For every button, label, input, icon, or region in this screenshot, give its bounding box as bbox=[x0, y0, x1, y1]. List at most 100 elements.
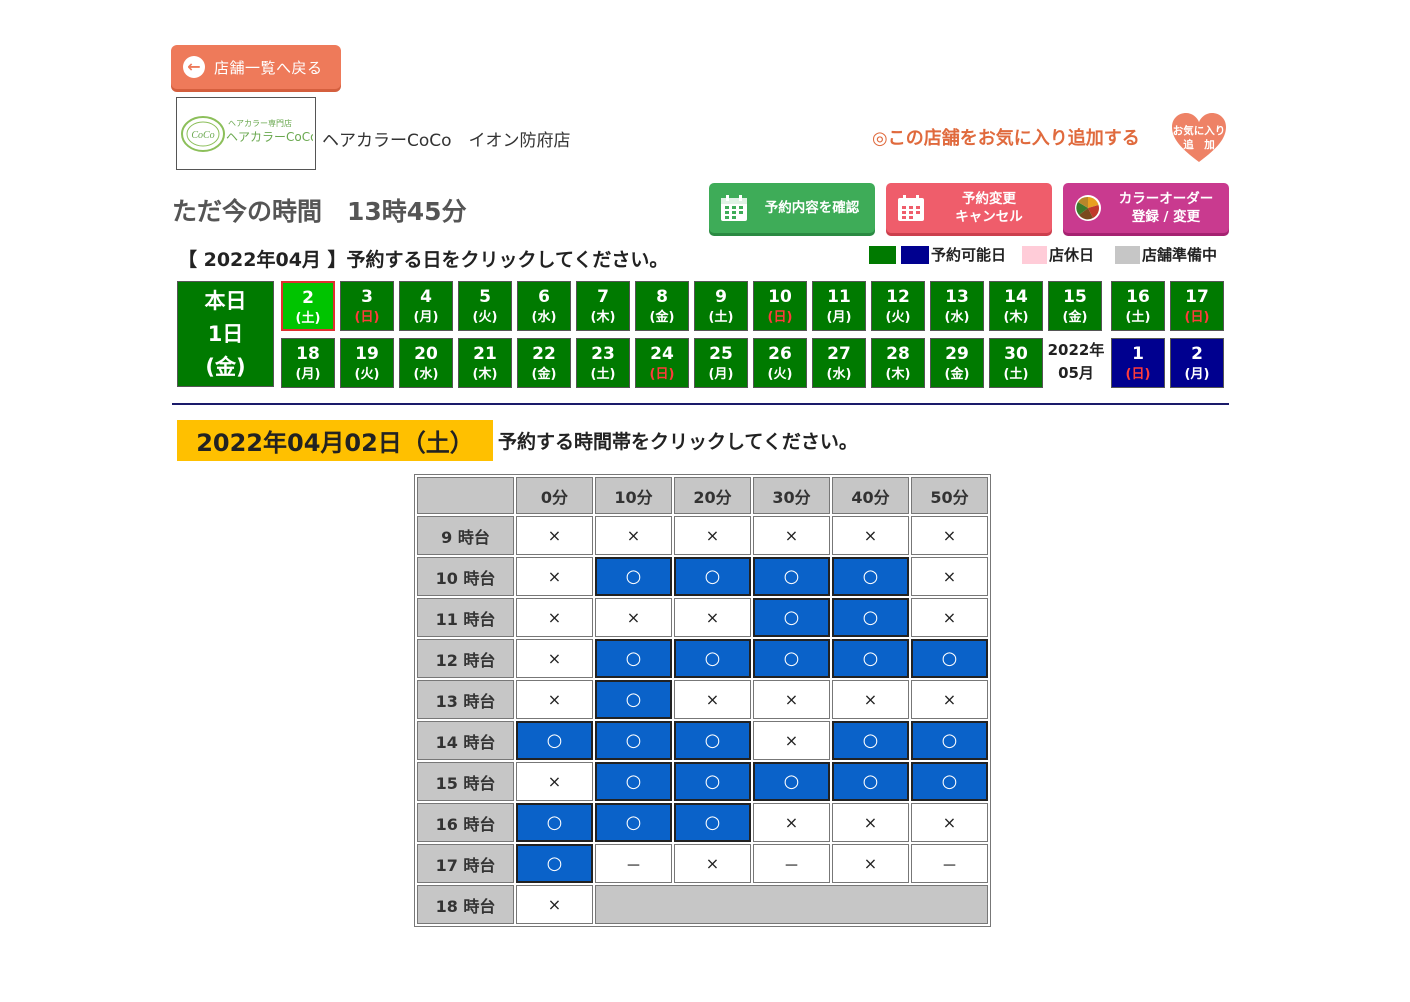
day-weekday: (金) bbox=[649, 310, 675, 325]
add-favorite-heart-button[interactable]: お気に入り 追 加 bbox=[1170, 112, 1228, 164]
hour-row: 11 時台 × × × ○ ○ × bbox=[417, 598, 988, 637]
available-slot[interactable]: ○ bbox=[832, 639, 909, 678]
calendar-day-10[interactable]: 10 (日) bbox=[753, 281, 807, 331]
back-to-store-list-button[interactable]: ← 店舗一覧へ戻る bbox=[171, 45, 341, 89]
available-slot[interactable]: ○ bbox=[753, 598, 830, 637]
unavailable-slot: － bbox=[911, 844, 988, 883]
day-number: 17 bbox=[1185, 287, 1209, 307]
calendar-day-6[interactable]: 6 (水) bbox=[517, 281, 571, 331]
svg-text:お気に入り: お気に入り bbox=[1173, 124, 1226, 137]
hour-row: 15 時台 × ○ ○ ○ ○ ○ bbox=[417, 762, 988, 801]
today-weekday: (金) bbox=[205, 354, 246, 379]
calendar-day-14[interactable]: 14 (木) bbox=[989, 281, 1043, 331]
add-favorite-link[interactable]: ◎この店舗をお気に入り追加する bbox=[872, 124, 1140, 150]
available-slot[interactable]: ○ bbox=[595, 680, 672, 719]
day-weekday: (土) bbox=[295, 311, 321, 326]
available-slot[interactable]: ○ bbox=[753, 762, 830, 801]
day-number: 27 bbox=[827, 344, 851, 364]
shop-name: ヘアカラーCoCo イオン防府店 bbox=[322, 131, 571, 151]
calendar-day-13[interactable]: 13 (水) bbox=[930, 281, 984, 331]
calendar-day-17[interactable]: 17 (日) bbox=[1170, 281, 1224, 331]
calendar-day-22[interactable]: 22 (金) bbox=[517, 338, 571, 388]
day-weekday: (金) bbox=[1062, 310, 1088, 325]
legend-closed-label: 店休日 bbox=[1049, 246, 1095, 264]
calendar-day-2[interactable]: 2 (土) bbox=[281, 281, 335, 331]
available-slot[interactable]: ○ bbox=[674, 639, 751, 678]
calendar-day-8[interactable]: 8 (金) bbox=[635, 281, 689, 331]
calendar-next-month-day-1[interactable]: 1 (日) bbox=[1111, 338, 1165, 388]
calendar-day-29[interactable]: 29 (金) bbox=[930, 338, 984, 388]
calendar-day-7[interactable]: 7 (木) bbox=[576, 281, 630, 331]
day-number: 19 bbox=[355, 344, 379, 364]
color-order-button[interactable]: カラーオーダー 登録 / 変更 bbox=[1063, 183, 1229, 233]
day-number: 13 bbox=[945, 287, 969, 307]
available-slot[interactable]: ○ bbox=[595, 803, 672, 842]
available-slot[interactable]: ○ bbox=[595, 762, 672, 801]
calendar-day-4[interactable]: 4 (月) bbox=[399, 281, 453, 331]
svg-text:ヘアカラー専門店: ヘアカラー専門店 bbox=[228, 118, 292, 128]
calendar-day-23[interactable]: 23 (土) bbox=[576, 338, 630, 388]
available-slot[interactable]: ○ bbox=[595, 639, 672, 678]
day-number: 8 bbox=[656, 287, 668, 307]
available-slot[interactable]: ○ bbox=[516, 803, 593, 842]
confirm-reservation-button[interactable]: 予約内容を確認 bbox=[709, 183, 875, 233]
today-cell: 本日 1日 (金) bbox=[177, 281, 274, 387]
available-slot[interactable]: ○ bbox=[516, 844, 593, 883]
calendar-day-18[interactable]: 18 (月) bbox=[281, 338, 335, 388]
hour-label: 16 時台 bbox=[417, 803, 514, 842]
table-corner bbox=[417, 477, 514, 514]
calendar-day-11[interactable]: 11 (月) bbox=[812, 281, 866, 331]
available-slot[interactable]: ○ bbox=[832, 598, 909, 637]
calendar-day-30[interactable]: 30 (土) bbox=[989, 338, 1043, 388]
unavailable-slot: × bbox=[516, 598, 593, 637]
calendar-next-month-day-2[interactable]: 2 (月) bbox=[1170, 338, 1224, 388]
day-number: 26 bbox=[768, 344, 792, 364]
available-slot[interactable]: ○ bbox=[832, 762, 909, 801]
calendar-day-21[interactable]: 21 (木) bbox=[458, 338, 512, 388]
day-number: 7 bbox=[597, 287, 609, 307]
available-slot[interactable]: ○ bbox=[595, 557, 672, 596]
unavailable-slot: × bbox=[832, 680, 909, 719]
available-slot[interactable]: ○ bbox=[674, 762, 751, 801]
month-instruction: 【 2022年04月 】予約する日をクリックしてください。 bbox=[178, 249, 669, 271]
available-slot[interactable]: ○ bbox=[753, 557, 830, 596]
available-slot[interactable]: ○ bbox=[595, 721, 672, 760]
available-slot[interactable]: ○ bbox=[911, 721, 988, 760]
calendar-day-27[interactable]: 27 (水) bbox=[812, 338, 866, 388]
unavailable-slot: × bbox=[516, 680, 593, 719]
available-slot[interactable]: ○ bbox=[674, 557, 751, 596]
calendar-day-16[interactable]: 16 (土) bbox=[1111, 281, 1165, 331]
available-slot[interactable]: ○ bbox=[516, 721, 593, 760]
change-cancel-button[interactable]: 予約変更 キャンセル bbox=[886, 183, 1052, 233]
day-weekday: (月) bbox=[826, 310, 852, 325]
calendar-day-20[interactable]: 20 (水) bbox=[399, 338, 453, 388]
calendar-day-15[interactable]: 15 (金) bbox=[1048, 281, 1102, 331]
available-slot[interactable]: ○ bbox=[753, 639, 830, 678]
calendar-day-9[interactable]: 9 (土) bbox=[694, 281, 748, 331]
minute-header: 20分 bbox=[674, 477, 751, 514]
day-number: 16 bbox=[1126, 287, 1150, 307]
calendar-day-5[interactable]: 5 (火) bbox=[458, 281, 512, 331]
calendar-day-19[interactable]: 19 (火) bbox=[340, 338, 394, 388]
available-slot[interactable]: ○ bbox=[674, 803, 751, 842]
calendar-day-24[interactable]: 24 (日) bbox=[635, 338, 689, 388]
unavailable-slot: × bbox=[674, 516, 751, 555]
store-logo: CoCo ヘアカラー専門店 ヘアカラーCoCo bbox=[176, 97, 316, 170]
calendar-day-12[interactable]: 12 (火) bbox=[871, 281, 925, 331]
available-slot[interactable]: ○ bbox=[674, 721, 751, 760]
unavailable-slot: × bbox=[595, 516, 672, 555]
section-divider bbox=[172, 403, 1229, 405]
selected-date-banner: 2022年04月02日（土） bbox=[177, 420, 493, 461]
unavailable-slot: × bbox=[516, 516, 593, 555]
available-slot[interactable]: ○ bbox=[832, 721, 909, 760]
calendar-day-3[interactable]: 3 (日) bbox=[340, 281, 394, 331]
available-slot[interactable]: ○ bbox=[832, 557, 909, 596]
available-slot[interactable]: ○ bbox=[911, 639, 988, 678]
unavailable-slot: × bbox=[674, 844, 751, 883]
calendar-day-26[interactable]: 26 (火) bbox=[753, 338, 807, 388]
available-slot[interactable]: ○ bbox=[911, 762, 988, 801]
legend-preparing-label: 店舗準備中 bbox=[1142, 246, 1218, 264]
day-weekday: (火) bbox=[885, 310, 911, 325]
calendar-day-28[interactable]: 28 (木) bbox=[871, 338, 925, 388]
calendar-day-25[interactable]: 25 (月) bbox=[694, 338, 748, 388]
